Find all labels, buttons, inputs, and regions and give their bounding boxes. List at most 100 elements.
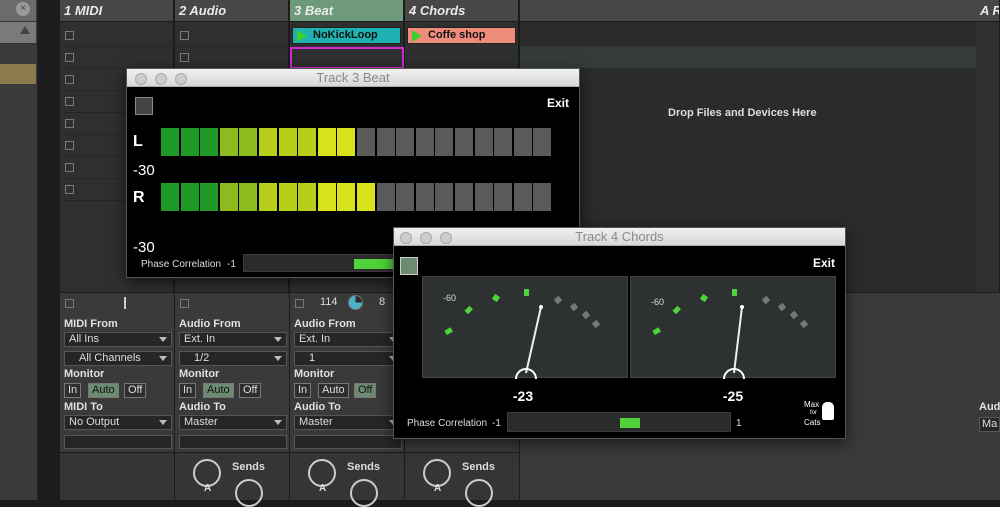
window-minimize-button[interactable] (155, 73, 167, 85)
monitor-label: Monitor (179, 368, 220, 380)
beats-value[interactable]: 8 (379, 296, 385, 308)
monitor-auto-button[interactable]: Auto (203, 383, 234, 398)
send-a-letter: A (319, 483, 327, 494)
stop-button[interactable] (65, 53, 74, 62)
track-activator[interactable] (65, 299, 74, 308)
selected-clip-slot[interactable] (290, 47, 404, 69)
monitor-in-button[interactable]: In (294, 383, 312, 398)
tempo-value[interactable]: 114 (320, 296, 338, 308)
phase-correlation-label: Phase Correlation (141, 259, 222, 270)
cat-icon (822, 402, 834, 420)
stop-button[interactable] (65, 97, 74, 106)
monitor-off-button[interactable]: Off (239, 383, 262, 398)
meter-segment (219, 128, 238, 156)
exit-button[interactable]: Exit (547, 96, 569, 110)
send-b-knob[interactable] (235, 479, 263, 507)
window-title: Track 4 Chords (575, 229, 664, 244)
clip-nokickloop[interactable]: NoKickLoop (292, 27, 401, 44)
output-channel-dropdown[interactable] (294, 435, 402, 449)
stop-button[interactable] (180, 31, 189, 40)
db-label-top: -30 (133, 162, 155, 179)
stop-button[interactable] (65, 185, 74, 194)
track-title[interactable]: 4 Chords (405, 0, 518, 22)
window-close-button[interactable] (400, 232, 412, 244)
stop-button[interactable] (65, 141, 74, 150)
monitor-auto-button[interactable]: Auto (318, 383, 349, 398)
clip-slot[interactable] (175, 47, 289, 69)
track-return-a: A R Aud Ma (976, 0, 1000, 500)
track-title[interactable]: A R (976, 0, 999, 22)
stop-button[interactable] (65, 31, 74, 40)
window-zoom-button[interactable] (440, 232, 452, 244)
window-minimize-button[interactable] (420, 232, 432, 244)
selected-scene-row (520, 46, 976, 68)
output-type-dropdown[interactable]: Master (294, 415, 402, 430)
meter-segment (180, 183, 199, 211)
meter-segment (239, 183, 258, 211)
pan-indicator[interactable] (124, 297, 126, 309)
window-zoom-button[interactable] (175, 73, 187, 85)
input-type-dropdown[interactable]: Ext. In (179, 332, 287, 347)
input-channel-dropdown[interactable]: 1/2 (179, 351, 287, 366)
play-icon[interactable] (297, 30, 307, 42)
input-type-dropdown[interactable]: Ext. In (294, 332, 402, 347)
window-close-button[interactable] (135, 73, 147, 85)
output-channel-dropdown[interactable] (64, 435, 172, 449)
browser-scroll-button[interactable] (0, 22, 36, 44)
window-titlebar[interactable]: Track 3 Beat (127, 69, 579, 87)
monitor-off-button[interactable]: Off (124, 383, 147, 398)
monitor-in-button[interactable]: In (64, 383, 82, 398)
send-b-knob[interactable] (465, 479, 493, 507)
output-type-label: MIDI To (64, 401, 103, 413)
vu-tick (652, 327, 661, 336)
stop-button[interactable] (65, 119, 74, 128)
track-title[interactable]: 3 Beat (290, 0, 403, 22)
meter-segment (298, 128, 317, 156)
monitor-in-button[interactable]: In (179, 383, 197, 398)
input-channel-dropdown[interactable]: All Channels (64, 351, 172, 366)
vu-toggle-button[interactable] (400, 257, 418, 275)
vu-tick (464, 305, 473, 315)
track-activator[interactable] (180, 299, 189, 308)
meter-segment (474, 183, 493, 211)
stop-button[interactable] (180, 53, 189, 62)
stop-button[interactable] (65, 75, 74, 84)
meter-segment (278, 128, 297, 156)
vu-right-value: -25 (722, 388, 744, 404)
meter-segment (376, 128, 395, 156)
sends-label: Sends (462, 461, 496, 473)
track-title[interactable]: 1 MIDI (60, 0, 173, 22)
output-type-dropdown[interactable]: Master (179, 415, 287, 430)
send-b-knob[interactable] (350, 479, 378, 507)
browser-selected-item[interactable] (0, 64, 36, 84)
meter-segment (533, 128, 552, 156)
window-titlebar[interactable]: Track 4 Chords (394, 228, 845, 246)
phase-min-label: -1 (492, 418, 501, 429)
meter-segment (317, 128, 336, 156)
meter-segment (298, 183, 317, 211)
monitor-off-button[interactable]: Off (354, 383, 377, 398)
input-type-label: Audio From (294, 318, 356, 330)
clip-coffe-shop[interactable]: Coffe shop (407, 27, 516, 44)
meter-segment (161, 183, 179, 211)
meter-segment (337, 128, 356, 156)
input-channel-dropdown[interactable]: 1 (294, 351, 402, 366)
clip-slot[interactable] (60, 25, 174, 47)
input-type-dropdown[interactable]: All Ins (64, 332, 172, 347)
meter-toggle-button[interactable] (135, 97, 153, 115)
output-type-dropdown[interactable]: No Output (64, 415, 172, 430)
meter-segment (455, 128, 473, 156)
output-channel-dropdown[interactable] (179, 435, 287, 449)
track-activator[interactable] (295, 299, 304, 308)
vu-tick (581, 310, 591, 320)
clip-slot[interactable] (175, 25, 289, 47)
stop-button[interactable] (65, 163, 74, 172)
meter-segment (259, 183, 277, 211)
exit-button[interactable]: Exit (813, 256, 835, 270)
browser-close-button[interactable]: × (0, 0, 36, 22)
clip-slot[interactable] (60, 47, 174, 69)
play-icon[interactable] (412, 30, 422, 42)
track-title[interactable]: 2 Audio (175, 0, 288, 22)
audio-to-dropdown[interactable]: Ma (979, 417, 1000, 432)
monitor-auto-button[interactable]: Auto (88, 383, 119, 398)
